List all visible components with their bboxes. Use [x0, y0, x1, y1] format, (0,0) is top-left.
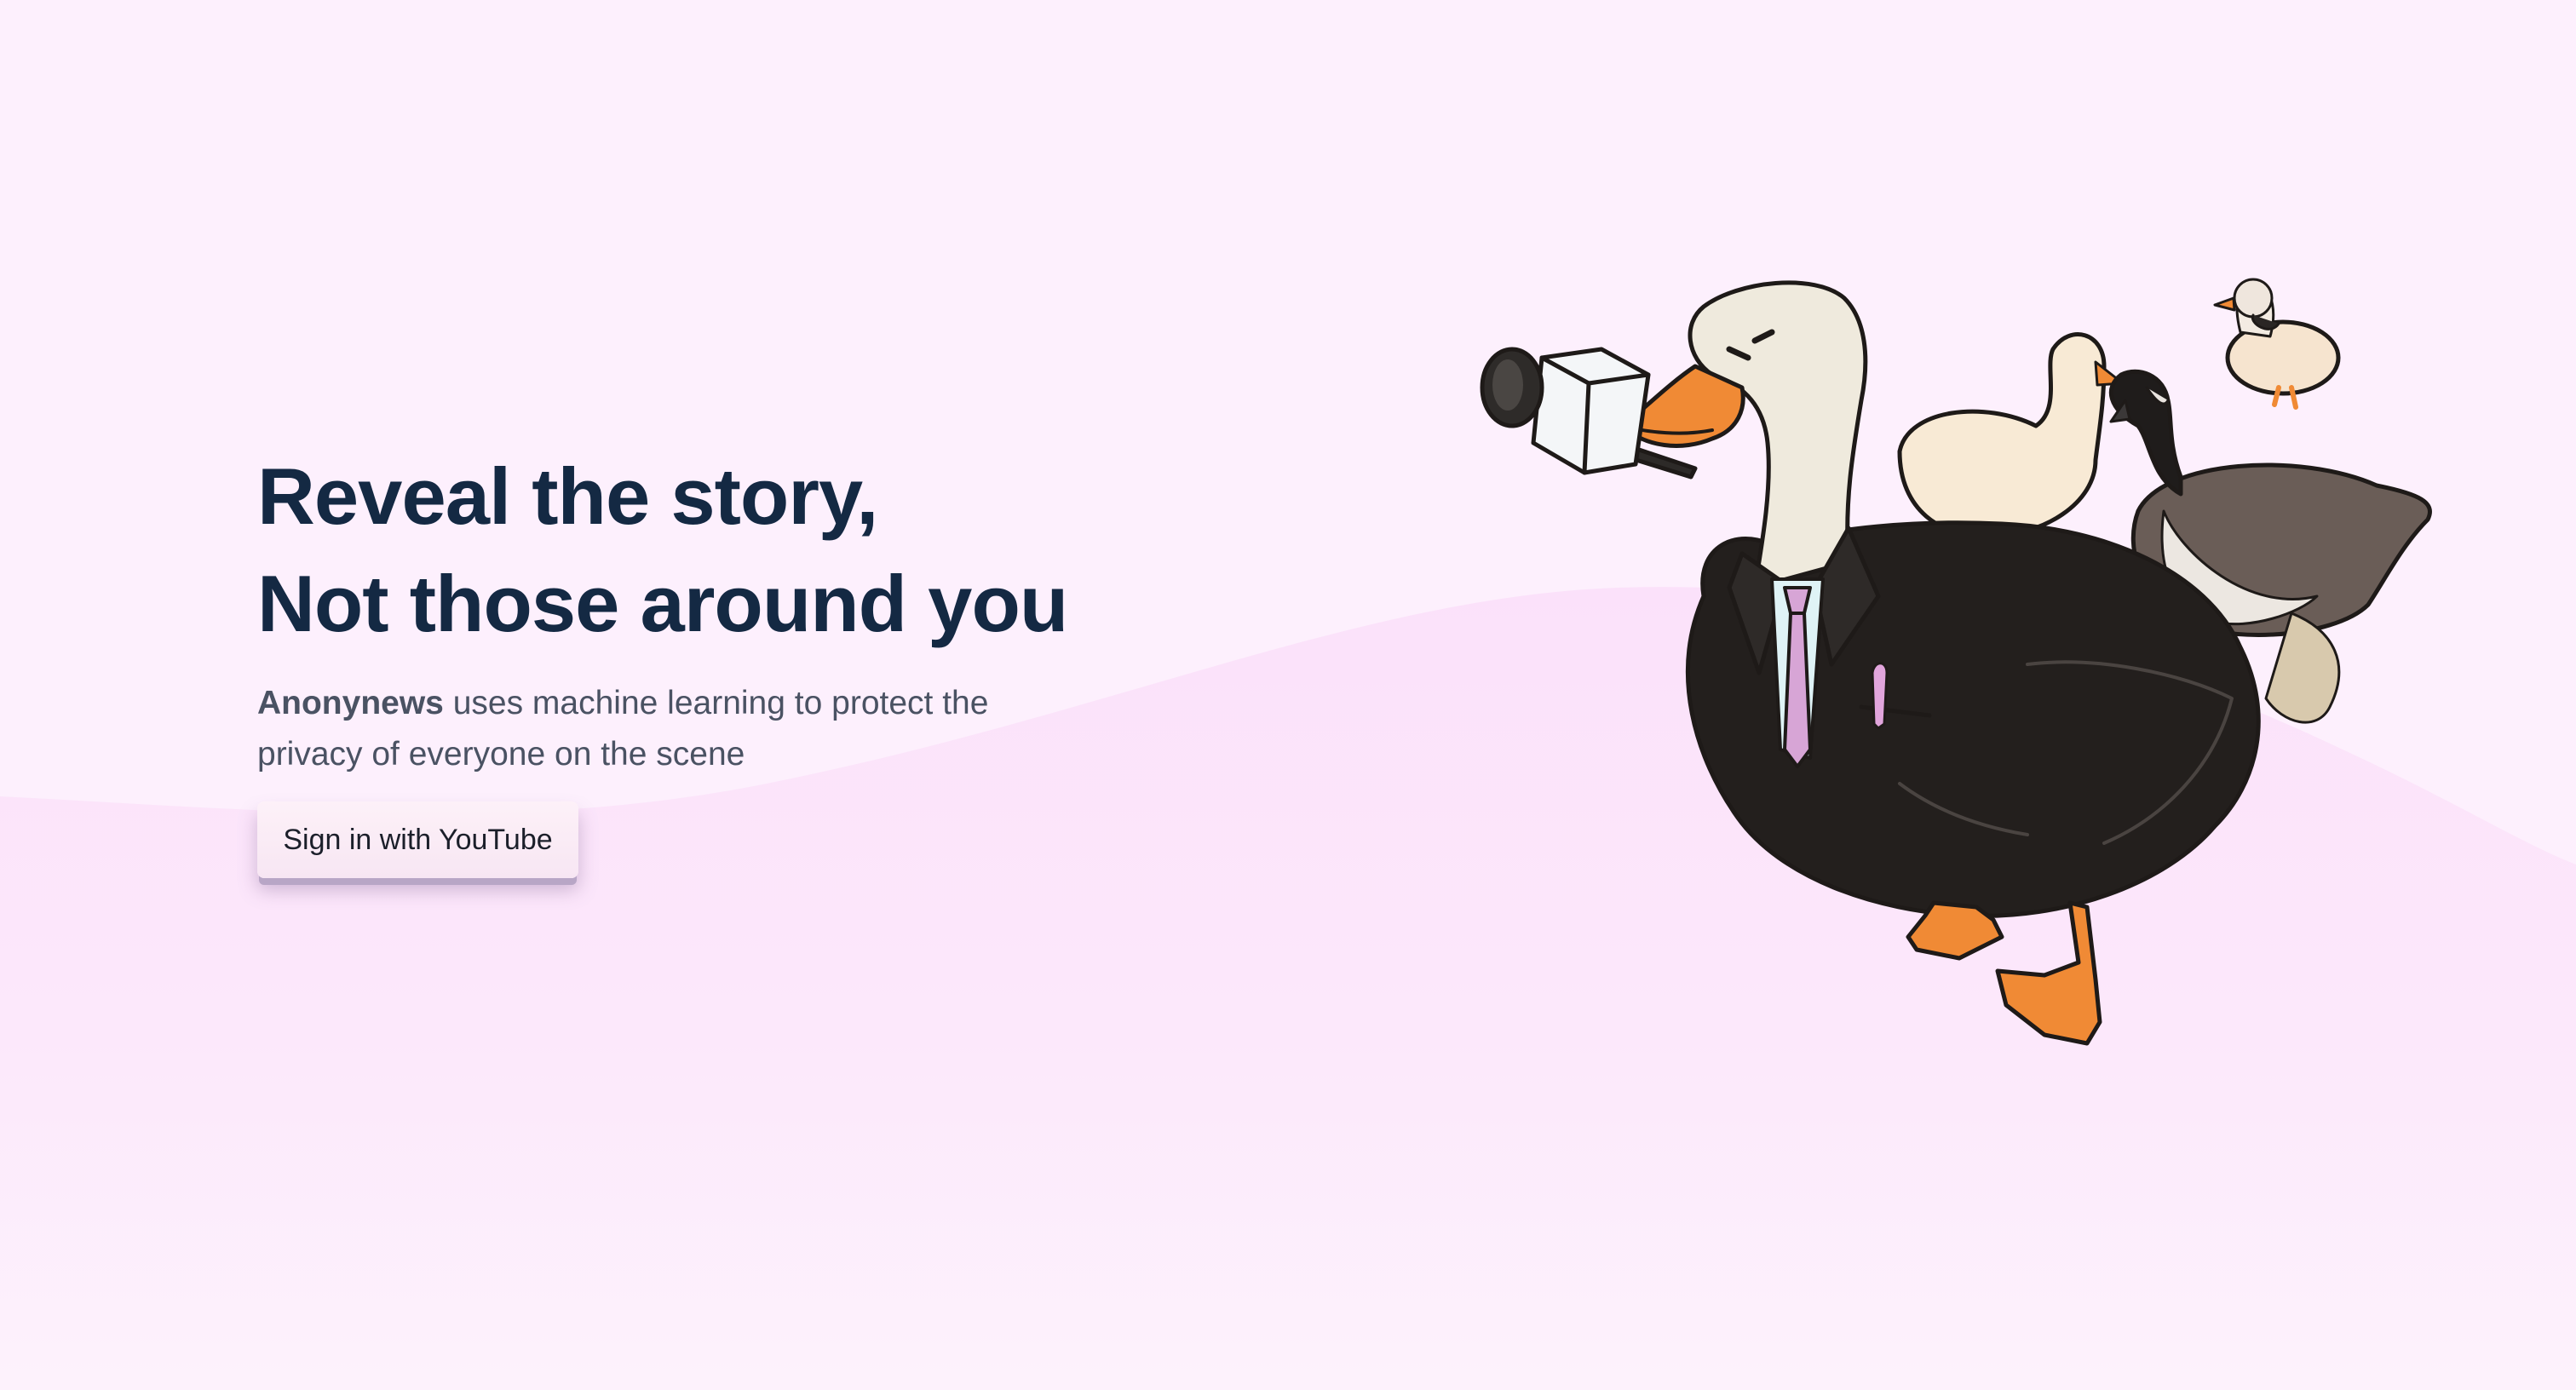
headline-line-1: Reveal the story, [257, 451, 878, 541]
headline-line-2: Not those around you [257, 559, 1068, 648]
small-duck-icon [2213, 278, 2341, 410]
goose-feet-icon [1906, 900, 2102, 1046]
hero-headline: Reveal the story, Not those around you [257, 443, 1194, 658]
hero-subtitle: Anonynews uses machine learning to prote… [257, 678, 1024, 780]
reporter-goose-illustration [1480, 278, 2432, 1046]
sign-in-youtube-button[interactable]: Sign in with YouTube [257, 801, 578, 878]
brand-name: Anonynews [257, 685, 444, 721]
white-duck-icon [1897, 332, 2125, 539]
hero-text-block: Reveal the story, Not those around you A… [257, 443, 1194, 780]
